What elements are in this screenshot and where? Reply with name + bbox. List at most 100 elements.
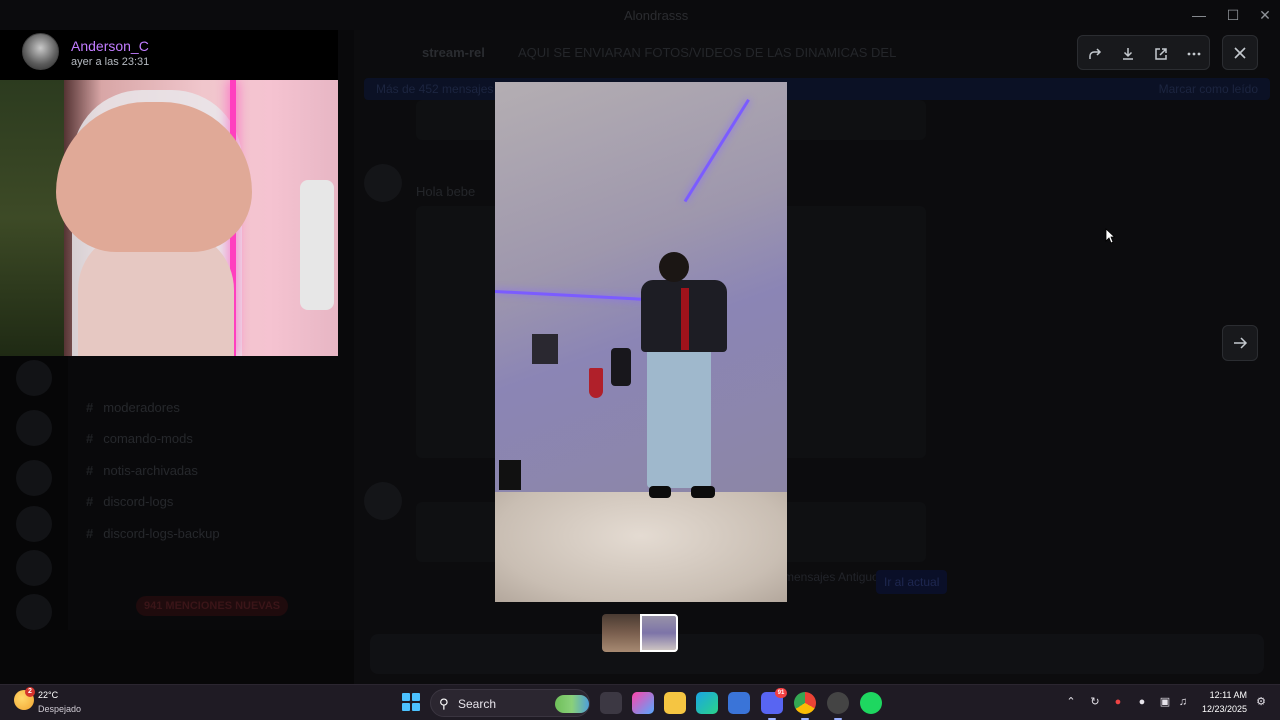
weather-badge: 2 (25, 687, 35, 697)
network-icon[interactable]: ▣ (1158, 695, 1172, 709)
mark-read-button[interactable]: Marcar como leído (1159, 82, 1258, 96)
clock-date[interactable]: 12/23/2025 (1197, 704, 1247, 714)
discord-badge: 91 (775, 688, 787, 698)
close-icon (1234, 46, 1246, 59)
store-icon[interactable] (728, 692, 750, 714)
explore-icon[interactable] (16, 594, 52, 630)
channel-name: moderadores (103, 400, 180, 415)
jump-to-present-button[interactable]: Ir al actual (876, 570, 948, 594)
weather-temperature[interactable]: 22°C (38, 690, 58, 700)
channel-item[interactable]: # discord-logs-backup (86, 526, 220, 541)
channel-name: comando-mods (103, 431, 193, 446)
chrome-icon[interactable] (794, 692, 816, 720)
subject-tie (681, 288, 689, 350)
thumbnail-selected[interactable] (640, 614, 678, 652)
jump-label: mensajes Antiguos (784, 570, 885, 584)
window-close-icon[interactable]: ✕ (1256, 6, 1274, 24)
stream-timestamp: ayer a las 23:31 (71, 56, 150, 68)
arrow-right-icon (1234, 337, 1248, 349)
poster (532, 334, 558, 364)
search-icon: ⚲ (439, 696, 449, 711)
new-messages-label: Más de 452 mensajes (376, 82, 494, 96)
thumbnail[interactable] (602, 614, 640, 652)
channel-topic: AQUI SE ENVIARAN FOTOS/VIDEOS DE LAS DIN… (518, 45, 897, 60)
streamer-hands (56, 102, 252, 252)
hash-icon: # (86, 463, 94, 478)
next-image-button[interactable] (1222, 325, 1258, 361)
app-tray-icon[interactable]: ● (1111, 695, 1125, 709)
search-highlight-icon (555, 695, 589, 713)
obs-icon[interactable] (827, 692, 849, 720)
media-viewer-image[interactable] (495, 82, 787, 602)
sync-icon[interactable]: ↻ (1088, 695, 1102, 709)
subject-head (659, 252, 689, 282)
avatar[interactable] (364, 482, 402, 520)
taskbar: 2 22°C Despejado ⚲ Search 91 ⌃ ↻ ● ● ▣ ♫… (0, 684, 1280, 720)
mouse-cursor-icon (1105, 228, 1115, 244)
carpet-floor (495, 492, 787, 602)
message-text: Hola bebe (416, 184, 476, 199)
channel-item[interactable]: # comando-mods (86, 431, 193, 446)
hanging-bag (611, 348, 631, 386)
channel-name: discord-logs (103, 494, 174, 509)
copilot-icon[interactable] (632, 692, 654, 714)
more-icon (1187, 52, 1200, 55)
hash-icon: # (86, 494, 94, 509)
channel-item[interactable]: # moderadores (86, 400, 180, 415)
stocking (589, 368, 603, 398)
add-server-icon[interactable] (16, 550, 52, 586)
trash-bin (499, 460, 521, 490)
volume-icon[interactable]: ♫ (1176, 695, 1190, 709)
download-button[interactable] (1111, 36, 1144, 71)
thumbnail-strip (602, 614, 678, 652)
open-external-button[interactable] (1144, 36, 1177, 71)
title-bar: Alondrasss — ☐ ✕ (0, 0, 1280, 30)
subject-pants (647, 348, 711, 488)
close-viewer-button[interactable] (1222, 35, 1258, 70)
channel-name: notis-archivadas (103, 463, 198, 478)
stream-username[interactable]: Anderson_C (71, 38, 149, 54)
viewer-toolbar (1077, 35, 1210, 70)
windows-start-icon[interactable] (402, 693, 420, 711)
task-view-icon[interactable] (600, 692, 622, 714)
subject-shoe (649, 486, 671, 498)
file-explorer-icon[interactable] (664, 692, 686, 714)
search-input[interactable]: ⚲ Search (430, 689, 590, 717)
channel-item[interactable]: # notis-archivadas (86, 463, 198, 478)
server-icon[interactable] (16, 460, 52, 496)
forward-icon (1088, 47, 1101, 59)
maximize-icon[interactable]: ☐ (1224, 6, 1242, 24)
microphone-icon[interactable]: ● (1135, 695, 1149, 709)
chat-area: stream-rel AQUI SE ENVIARAN FOTOS/VIDEOS… (354, 30, 1280, 684)
minimize-icon[interactable]: — (1190, 6, 1208, 24)
hash-icon: # (86, 526, 94, 541)
edge-icon[interactable] (696, 692, 718, 714)
channel-item[interactable]: # discord-logs (86, 494, 173, 509)
server-icon[interactable] (16, 506, 52, 542)
more-button[interactable] (1177, 36, 1210, 71)
stream-video[interactable] (0, 80, 338, 356)
channel-title: stream-rel (422, 45, 485, 60)
hash-icon: # (86, 400, 94, 415)
mentions-pill[interactable]: 941 MENCIONES NUEVAS (136, 596, 289, 616)
user-panel (0, 630, 354, 684)
christmas-tree (0, 80, 64, 356)
search-placeholder: Search (458, 697, 497, 711)
open-external-icon (1154, 47, 1167, 60)
server-icon[interactable] (16, 360, 52, 396)
forward-button[interactable] (1078, 36, 1111, 71)
server-icon[interactable] (16, 410, 52, 446)
message-composer[interactable] (370, 634, 1264, 674)
app-title: Alondrasss (624, 8, 689, 23)
notification-icon[interactable]: ⚙ (1254, 695, 1268, 709)
avatar[interactable] (22, 33, 59, 70)
discord-icon[interactable]: 91 (761, 688, 787, 720)
stream-popout[interactable]: Anderson_C ayer a las 23:31 (0, 30, 338, 356)
spotify-icon[interactable] (860, 692, 882, 714)
clock-time[interactable]: 12:11 AM (1205, 690, 1247, 700)
stream-header: Anderson_C ayer a las 23:31 (0, 30, 338, 80)
weather-description[interactable]: Despejado (38, 704, 81, 714)
chevron-up-icon[interactable]: ⌃ (1064, 695, 1078, 709)
hash-icon: # (86, 431, 94, 446)
avatar[interactable] (364, 164, 402, 202)
